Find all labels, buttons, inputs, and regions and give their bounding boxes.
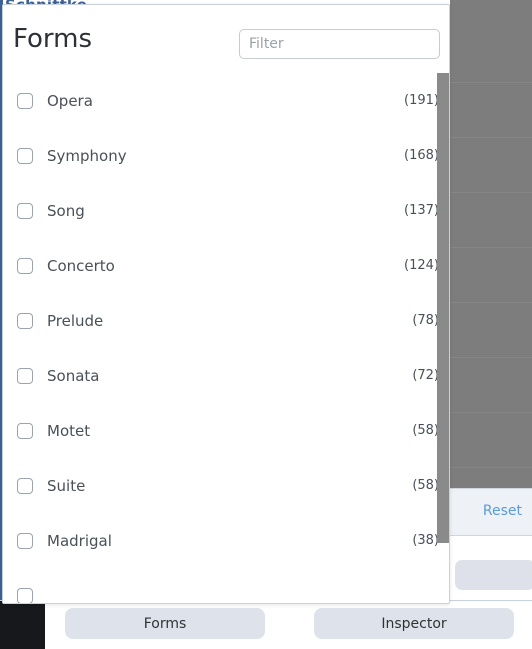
checkbox-icon[interactable] bbox=[17, 257, 33, 274]
list-item-count: (72) bbox=[412, 368, 439, 383]
list-item-count: (137) bbox=[404, 203, 439, 218]
list-item-count: (58) bbox=[412, 478, 439, 493]
list-item-count: (58) bbox=[412, 423, 439, 438]
list-item[interactable]: Motet (58) bbox=[3, 403, 449, 458]
checkbox-icon[interactable] bbox=[17, 312, 33, 329]
page-title: Forms bbox=[13, 24, 93, 54]
scrim-divider bbox=[450, 82, 532, 83]
list-item[interactable]: Sonata (72) bbox=[3, 348, 449, 403]
list-item-count: (38) bbox=[412, 533, 439, 548]
checkbox-icon[interactable] bbox=[17, 92, 33, 109]
bottom-left-block bbox=[0, 601, 45, 649]
list-item[interactable]: Symphony (168) bbox=[3, 128, 449, 183]
checkbox-icon[interactable] bbox=[17, 202, 33, 219]
scrim-divider bbox=[450, 467, 532, 468]
scrim-divider bbox=[450, 247, 532, 248]
checkbox-icon[interactable] bbox=[17, 532, 33, 549]
reset-link[interactable]: Reset bbox=[483, 503, 522, 519]
checkbox-icon[interactable] bbox=[17, 422, 33, 439]
scrim-divider bbox=[450, 412, 532, 413]
modal-scrim[interactable] bbox=[450, 0, 532, 488]
list-item-count: (168) bbox=[404, 148, 439, 163]
background-right-field[interactable] bbox=[455, 560, 532, 590]
checkbox-icon[interactable] bbox=[17, 587, 33, 603]
checkbox-icon[interactable] bbox=[17, 367, 33, 384]
checkbox-icon[interactable] bbox=[17, 477, 33, 494]
tab-inspector[interactable]: Inspector bbox=[314, 608, 514, 639]
list-scrollbar[interactable] bbox=[437, 73, 449, 603]
list-item[interactable]: Suite (58) bbox=[3, 458, 449, 513]
list-item-label: Motet bbox=[47, 421, 91, 440]
list-item-label: Symphony bbox=[47, 146, 127, 165]
checkbox-icon[interactable] bbox=[17, 147, 33, 164]
modal-header: Forms bbox=[3, 5, 449, 73]
scrollbar-thumb[interactable] bbox=[437, 73, 449, 543]
screen: Schnittke Reset Forms Inspector Forms Op… bbox=[0, 0, 532, 649]
list-item[interactable]: Opera (191) bbox=[3, 73, 449, 128]
list-item-label: Sonata bbox=[47, 366, 100, 385]
list-item-label: Song bbox=[47, 201, 85, 220]
list-item[interactable]: Madrigal (38) bbox=[3, 513, 449, 568]
scrim-divider bbox=[450, 357, 532, 358]
scrim-divider bbox=[450, 302, 532, 303]
list-item[interactable]: Concerto (124) bbox=[3, 238, 449, 293]
list-item[interactable]: Prelude (78) bbox=[3, 293, 449, 348]
list-item-count: (78) bbox=[412, 313, 439, 328]
list-item-label: Opera bbox=[47, 91, 93, 110]
forms-list: Opera (191) Symphony (168) Song (137) Concerto… bbox=[3, 73, 449, 603]
bottom-tab-bar: Forms Inspector bbox=[0, 600, 532, 649]
list-item-label: Prelude bbox=[47, 311, 104, 330]
list-item-count: (191) bbox=[404, 93, 439, 108]
forms-filter-modal: Forms Opera (191) Symphony (168) Song (137) Co… bbox=[2, 4, 450, 604]
scrim-divider bbox=[450, 192, 532, 193]
list-item-label: Concerto bbox=[47, 256, 115, 275]
list-item[interactable] bbox=[3, 568, 449, 603]
tab-forms[interactable]: Forms bbox=[65, 608, 265, 639]
forms-list-viewport: Opera (191) Symphony (168) Song (137) Concerto… bbox=[3, 73, 449, 603]
list-item-label: Madrigal bbox=[47, 531, 112, 550]
list-item-label: Suite bbox=[47, 476, 86, 495]
list-item[interactable]: Song (137) bbox=[3, 183, 449, 238]
filter-input[interactable] bbox=[239, 29, 440, 59]
scrim-divider bbox=[450, 137, 532, 138]
list-item-count: (124) bbox=[404, 258, 439, 273]
background-right-panel: Reset bbox=[450, 488, 532, 536]
